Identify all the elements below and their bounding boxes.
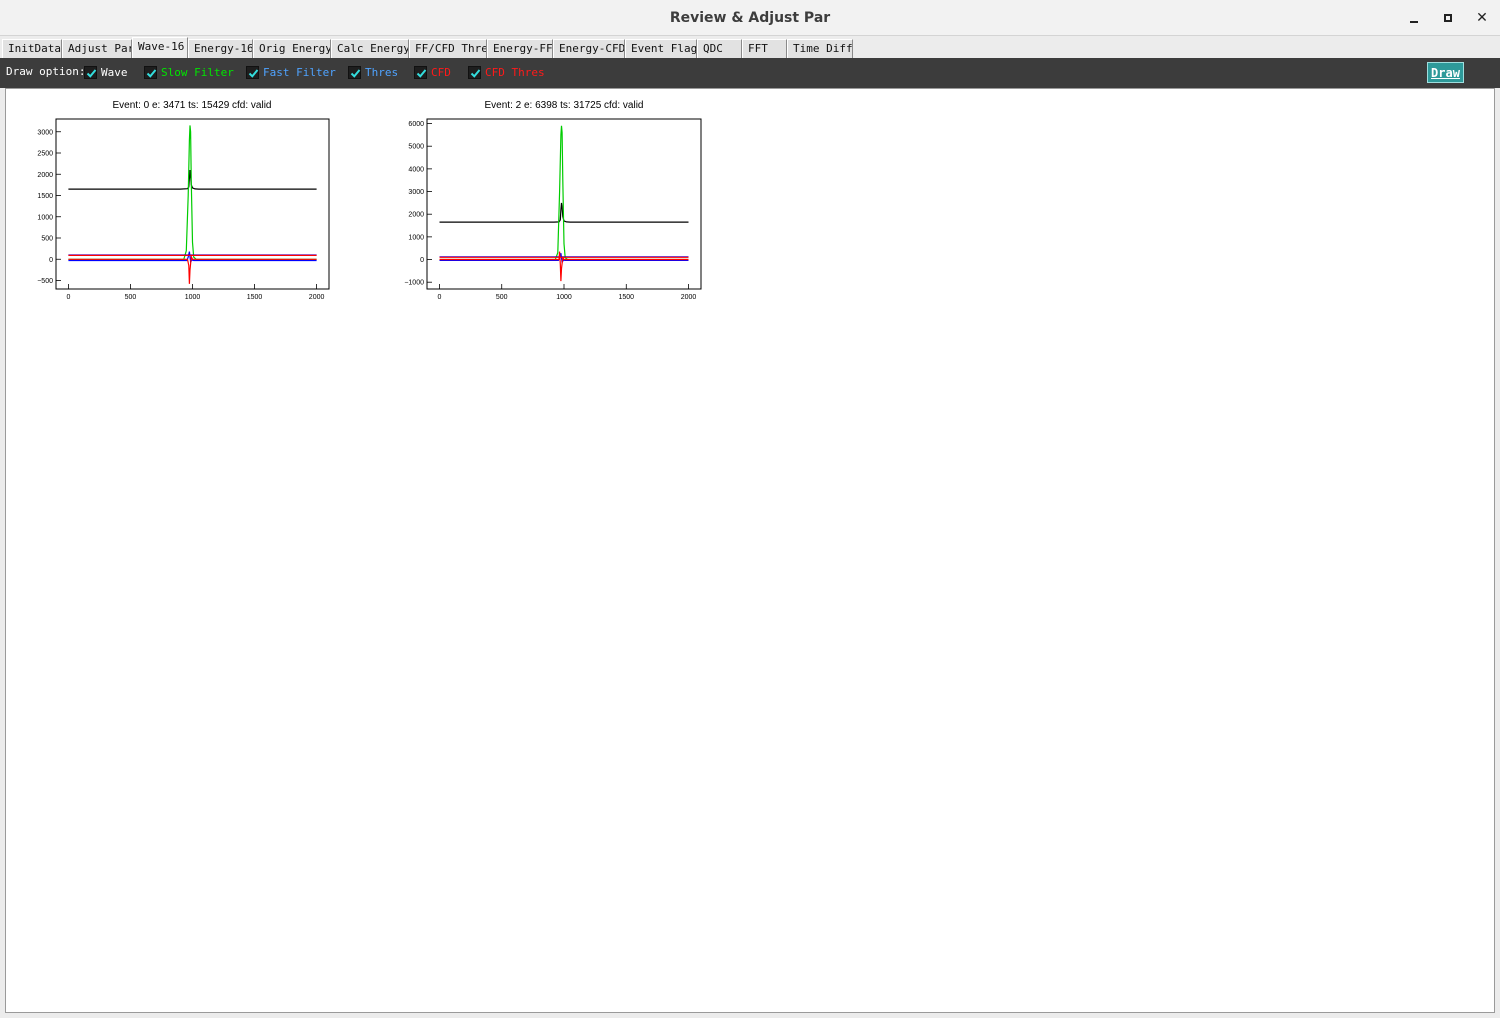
x-tick-label: 1500 xyxy=(618,294,634,301)
tab-bar: InitData Adjust Par Wave-16 Energy-16 Or… xyxy=(0,37,1500,58)
cfd-checkbox[interactable] xyxy=(414,66,427,79)
x-tick-label: 0 xyxy=(66,294,70,301)
x-tick-label: 1000 xyxy=(185,294,201,301)
y-tick-label: 1000 xyxy=(37,214,53,221)
wave-checkbox[interactable] xyxy=(84,66,97,79)
y-tick-label: 3000 xyxy=(37,129,53,136)
tab-initdata[interactable]: InitData xyxy=(2,39,62,58)
fast-filter-checkbox[interactable] xyxy=(246,66,259,79)
tab-qdc[interactable]: QDC xyxy=(697,39,742,58)
tab-energy-16[interactable]: Energy-16 xyxy=(188,39,253,58)
y-tick-label: 1500 xyxy=(37,193,53,200)
plot-0: Event: 0 e: 3471 ts: 15429 cfd: valid 0 50… xyxy=(37,100,330,301)
window-titlebar: Review & Adjust Par ✕ xyxy=(0,0,1500,36)
close-icon[interactable]: ✕ xyxy=(1471,8,1493,28)
x-tick-label: 500 xyxy=(125,294,137,301)
tab-energy-cfd[interactable]: Energy-CFD xyxy=(553,39,625,58)
plot-title: Event: 0 e: 3471 ts: 15429 cfd: valid xyxy=(113,100,272,111)
thres-checkbox[interactable] xyxy=(348,66,361,79)
cfd-thres-label: CFD Thres xyxy=(485,66,545,79)
x-tick-label: 1000 xyxy=(556,294,572,301)
y-tick-label: −1000 xyxy=(404,280,424,287)
slow-filter-label: Slow Filter xyxy=(161,66,234,79)
y-tick-label: 2500 xyxy=(37,151,53,158)
cfd-label: CFD xyxy=(431,66,451,79)
x-tick-label: 2000 xyxy=(309,294,325,301)
slow-filter-checkbox[interactable] xyxy=(144,66,157,79)
plot-frame xyxy=(55,118,330,290)
checkmark-icon xyxy=(248,69,259,78)
cfd-thres-checkbox[interactable] xyxy=(468,66,481,79)
plot-frame xyxy=(426,118,702,290)
x-tick-label: 0 xyxy=(438,294,442,301)
series-wave xyxy=(68,169,317,190)
plot-title: Event: 2 e: 6398 ts: 31725 cfd: valid xyxy=(485,100,644,111)
checkmark-icon xyxy=(470,69,481,78)
tab-wave-16[interactable]: Wave-16 xyxy=(132,37,188,58)
series-cfd xyxy=(439,251,689,282)
series-slow_filter xyxy=(68,125,317,260)
y-tick-label: 4000 xyxy=(408,166,424,173)
waveform-plots: Event: 0 e: 3471 ts: 15429 cfd: valid 0 50… xyxy=(37,100,702,301)
y-tick-label: 0 xyxy=(420,257,424,264)
tab-calc-energy[interactable]: Calc Energy xyxy=(331,39,409,58)
tab-fft[interactable]: FFT xyxy=(742,39,787,58)
window-title: Review & Adjust Par xyxy=(669,10,831,26)
draw-button[interactable]: Draw xyxy=(1427,62,1464,83)
x-tick-label: 1500 xyxy=(247,294,263,301)
y-tick-label: −500 xyxy=(37,278,53,285)
tab-adjust-par[interactable]: Adjust Par xyxy=(62,39,132,58)
series-fast_filter xyxy=(68,251,317,264)
y-tick-label: 3000 xyxy=(408,189,424,196)
checkmark-icon xyxy=(350,69,361,78)
tab-orig-energy[interactable]: Orig Energy xyxy=(253,39,331,58)
y-tick-label: 0 xyxy=(49,257,53,264)
checkmark-icon xyxy=(416,69,427,78)
x-tick-label: 2000 xyxy=(681,294,697,301)
fast-filter-label: Fast Filter xyxy=(263,66,336,79)
checkmark-icon xyxy=(146,69,157,78)
y-tick-label: 1000 xyxy=(408,234,424,241)
plot-1: Event: 2 e: 6398 ts: 31725 cfd: valid 0 50… xyxy=(404,100,702,301)
draw-options-toolbar: Draw option: Wave Slow Filter Fast Filte… xyxy=(0,58,1500,88)
tab-energy-ff[interactable]: Energy-FF xyxy=(487,39,553,58)
draw-option-label: Draw option: xyxy=(6,65,86,78)
series-slow_filter xyxy=(439,125,689,261)
maximize-icon[interactable] xyxy=(1437,8,1459,28)
tab-ff-cfd-thre[interactable]: FF/CFD Thre xyxy=(409,39,487,58)
y-tick-label: 2000 xyxy=(37,172,53,179)
y-tick-label: 5000 xyxy=(408,144,424,151)
tab-time-diff[interactable]: Time Diff xyxy=(787,39,853,58)
checkmark-icon xyxy=(86,69,97,78)
wave-label: Wave xyxy=(101,66,128,79)
plot-canvas: Event: 0 e: 3471 ts: 15429 cfd: valid 0 50… xyxy=(5,88,1495,1013)
y-tick-label: 6000 xyxy=(408,121,424,128)
thres-label: Thres xyxy=(365,66,399,79)
x-tick-label: 500 xyxy=(496,294,508,301)
y-tick-label: 500 xyxy=(41,236,53,243)
minimize-icon[interactable] xyxy=(1403,8,1425,28)
y-tick-label: 2000 xyxy=(408,212,424,219)
tab-event-flag[interactable]: Event Flag xyxy=(625,39,697,58)
